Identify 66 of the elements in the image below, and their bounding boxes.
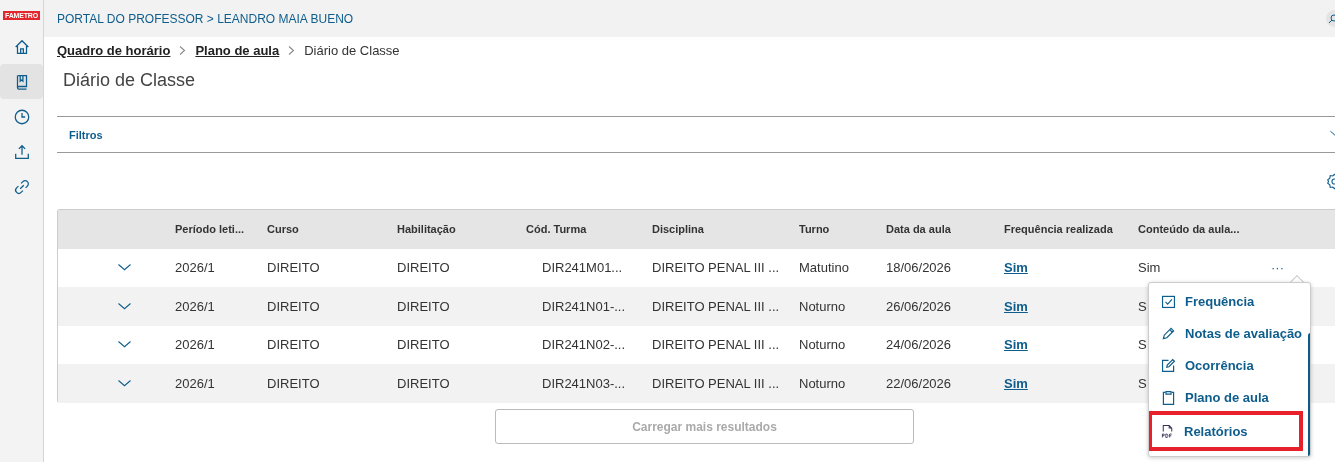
column-header[interactable]: Disciplina [652, 223, 704, 236]
edit-icon [1160, 356, 1177, 374]
table-cell: Sim [1138, 260, 1161, 276]
table-cell: S [1138, 298, 1147, 314]
table-cell-text: DIR241N03-... [541, 375, 626, 391]
table-cell-text: DIR241N01-... [541, 298, 626, 314]
table-cell: 2026/1 [175, 375, 215, 391]
table-cell: DIREITO PENAL III ... [652, 337, 780, 353]
table-cell-text: DIR241M01... [541, 260, 623, 276]
nav-item[interactable] [0, 64, 43, 99]
table-cell: DIREITO [397, 298, 450, 314]
table-link[interactable]: Sim [1004, 260, 1028, 276]
table-cell: 24/06/2026 [886, 337, 952, 353]
table-link[interactable]: Sim [1004, 298, 1028, 314]
table-cell: 18/06/2026 [886, 260, 952, 276]
table-link[interactable]: Sim [1004, 375, 1028, 391]
home-icon [12, 37, 31, 56]
table-cell: 2026/1 [175, 260, 215, 276]
table-cell-text: DIR241N02-... [541, 337, 626, 353]
table-cell: DIREITO PENAL III ... [652, 298, 780, 314]
table-cell: Matutino [799, 260, 849, 276]
column-header[interactable]: Curso [267, 223, 299, 236]
clipboard-icon [1160, 388, 1177, 406]
table-cell: DIREITO [397, 337, 450, 353]
table-cell: S [1138, 375, 1147, 391]
clock-icon [12, 107, 31, 126]
upload-icon [12, 142, 31, 161]
table-cell: 2026/1 [175, 337, 215, 353]
menu-item[interactable]: Ocorrência [1149, 349, 1303, 381]
table-cell: DIREITO PENAL III ... [652, 260, 780, 276]
column-header[interactable]: Habilitação [397, 223, 456, 236]
column-header[interactable]: Frequência realizada [1004, 223, 1113, 236]
more-actions-button[interactable]: ··· [1271, 260, 1335, 276]
table-cell: DIREITO [267, 375, 320, 391]
table-cell: DIREITO [267, 337, 320, 353]
breadcrumb-current: Diário de Classe [304, 42, 400, 58]
column-header[interactable]: Período leti... [175, 223, 245, 236]
table-cell: 26/06/2026 [886, 298, 952, 314]
portal-title: PORTAL DO PROFESSOR > LEANDRO MAIA BUENO [57, 11, 354, 26]
table-cell: Noturno [799, 375, 846, 391]
table-cell: Noturno [799, 298, 846, 314]
table-cell: DIREITO [267, 298, 320, 314]
page-title: Diário de Classe [63, 70, 197, 92]
chevron-right-icon [288, 45, 296, 55]
link-icon [12, 177, 31, 196]
table-cell: S [1138, 337, 1147, 353]
table-cell: Noturno [799, 337, 846, 353]
column-header[interactable]: Cód. Turma [526, 223, 587, 236]
column-header[interactable]: Conteúdo da aula... [1138, 223, 1240, 236]
table-cell: DIREITO [267, 260, 320, 276]
table-cell: DIREITO [397, 260, 450, 276]
menu-item[interactable]: Plano de aula [1149, 381, 1303, 413]
menu-item[interactable]: Frequência [1149, 285, 1303, 317]
table-cell: DIREITO [397, 375, 450, 391]
table-cell: DIREITO PENAL III ... [652, 375, 780, 391]
filters-label[interactable]: Filtros [69, 128, 103, 141]
table-link[interactable]: Sim [1004, 337, 1028, 353]
table-cell: 2026/1 [175, 298, 215, 314]
column-header[interactable]: Data da aula [886, 223, 951, 236]
menu-item[interactable]: Notas de avaliação [1149, 317, 1303, 349]
breadcrumb-link[interactable]: Plano de aula [195, 42, 280, 58]
column-header[interactable]: Turno [799, 223, 830, 236]
menu-item[interactable]: Relatórios [1149, 411, 1303, 451]
chevron-right-icon [179, 45, 187, 55]
table-cell: 22/06/2026 [886, 375, 952, 391]
breadcrumb-link[interactable]: Quadro de horário [57, 42, 171, 58]
